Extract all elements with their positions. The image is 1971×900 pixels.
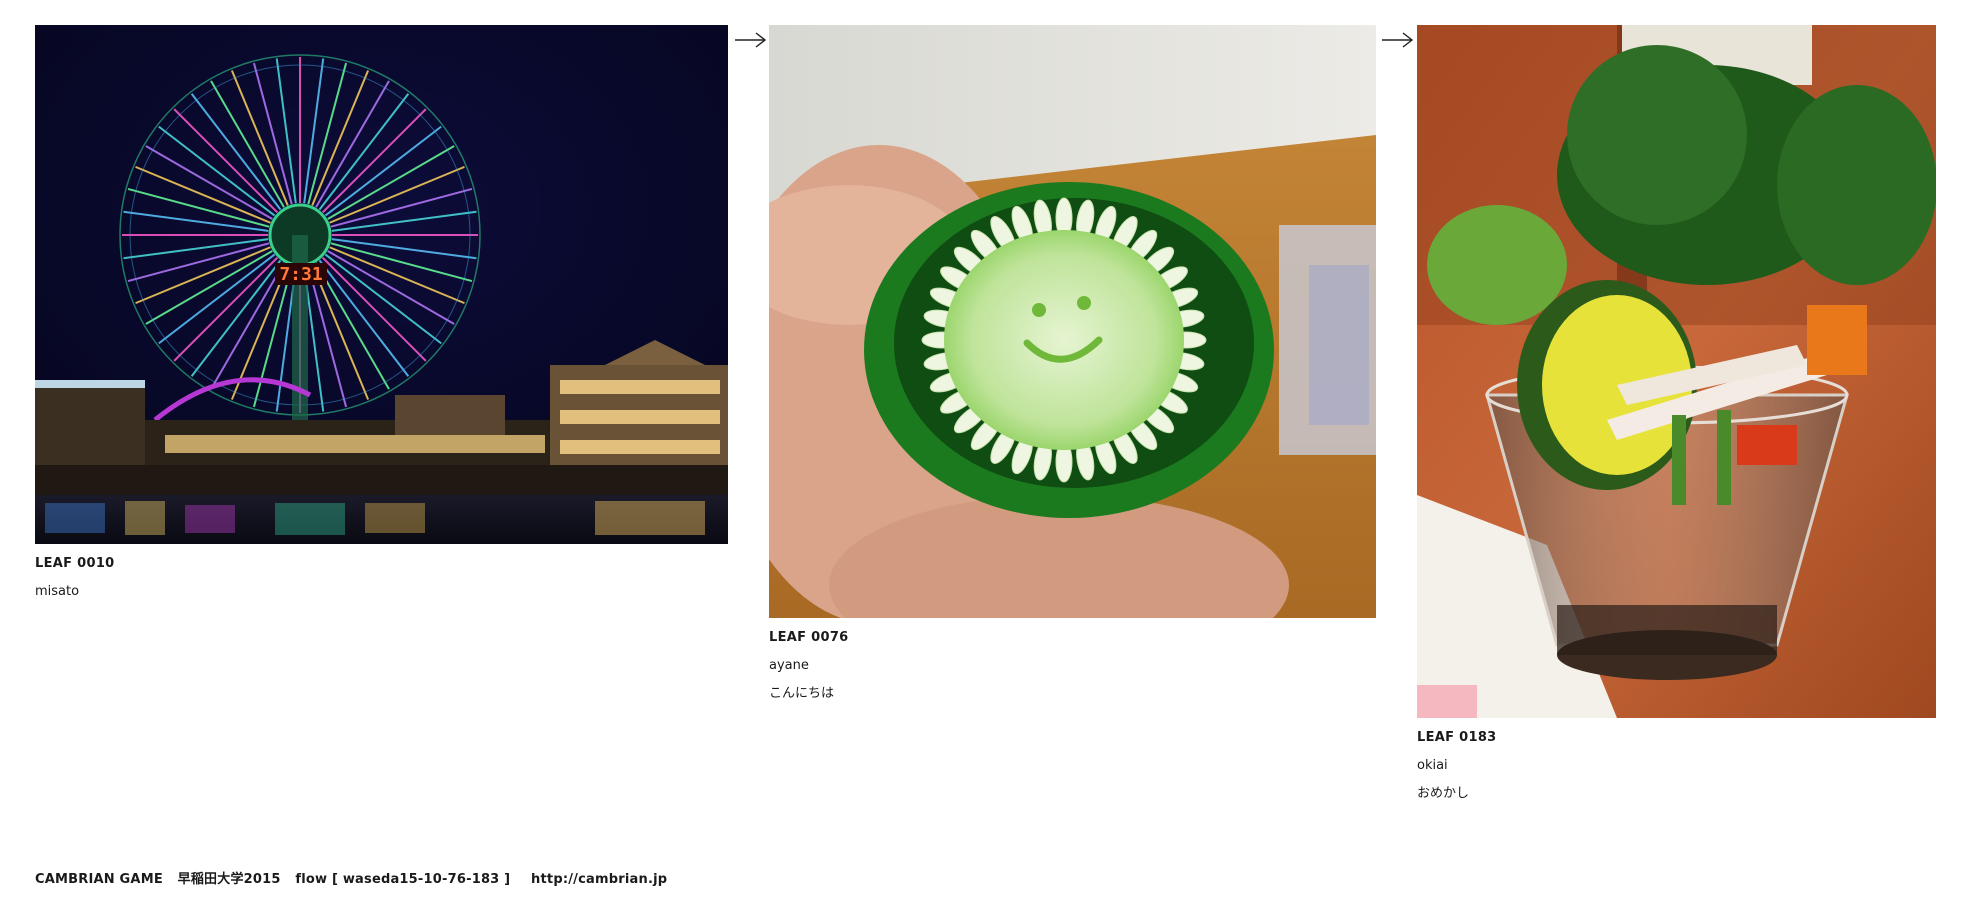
ferris-wheel-clock: 7:31	[279, 264, 322, 285]
leaf-message: こんにちは	[769, 686, 835, 701]
ferris-wheel-night-image: 7:31	[35, 25, 728, 544]
leaf-user[interactable]: misato	[35, 584, 728, 600]
leaf-user[interactable]: okiai	[1417, 758, 1936, 774]
leaf-message: おめかし	[1417, 786, 1470, 801]
leaf-card-0010: 7:31 LEAF 0010 misato	[35, 25, 728, 600]
footer-event: 早稲田大学2015	[177, 872, 281, 887]
vegetable-glass-image	[1417, 25, 1936, 718]
leaf-id: LEAF 0010	[35, 556, 115, 571]
leaf-id: LEAF 0076	[769, 630, 849, 645]
leaf-card-0076: LEAF 0076 ayane こんにちは	[769, 25, 1376, 702]
leaf-id: LEAF 0183	[1417, 730, 1497, 745]
footer-flow: flow [ waseda15-10-76-183 ]	[295, 872, 511, 887]
leaf-photo-pepper[interactable]	[769, 25, 1376, 618]
leaf-photo-salad[interactable]	[1417, 25, 1936, 718]
leaf-user[interactable]: ayane	[769, 658, 1376, 674]
right-arrow-icon	[1382, 32, 1414, 48]
footer-url-link[interactable]: http://cambrian.jp	[531, 872, 667, 887]
leaf-card-0183: LEAF 0183 okiai おめかし	[1417, 25, 1936, 802]
green-pepper-smile-image	[769, 25, 1376, 618]
footer-title: CAMBRIAN GAME	[35, 872, 163, 887]
leaf-photo-ferris-wheel[interactable]: 7:31	[35, 25, 728, 544]
right-arrow-icon	[735, 32, 767, 48]
footer: CAMBRIAN GAME 早稲田大学2015 flow [ waseda15-…	[35, 868, 677, 887]
